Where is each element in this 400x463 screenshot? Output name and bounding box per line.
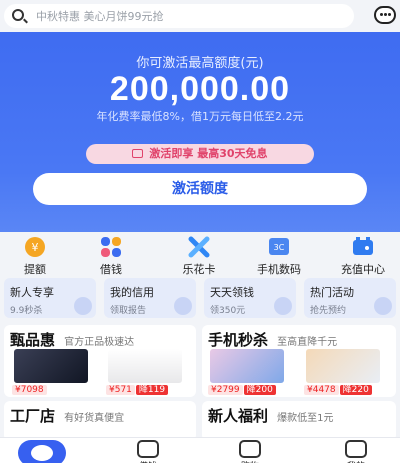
product-image	[210, 349, 284, 383]
search-bar: 中秋特惠 美心月饼99元抢	[0, 0, 400, 32]
rate-text: 年化费率最低8%，借1万元每日低至2.2元	[96, 110, 304, 123]
quick-nav-digital[interactable]: 3C 手机数码	[244, 236, 314, 277]
card-decor-icon	[274, 297, 292, 315]
feature-cards: 新人专享 9.9秒杀 我的信用 领取报告 天天领钱 领350元 热门活动 抢先预…	[0, 278, 400, 320]
four-petal-icon	[100, 236, 122, 258]
card-decor-icon	[374, 297, 392, 315]
promo-badge[interactable]: 激活即享 最高30天免息	[86, 144, 314, 164]
panel-header: 工厂店 有好货真便宜	[10, 407, 125, 425]
quick-nav-borrow[interactable]: 借钱	[76, 236, 146, 277]
wallet-icon	[352, 236, 374, 258]
product-item[interactable]: ¥7098	[8, 349, 94, 397]
card-decor-icon	[174, 297, 192, 315]
quick-nav: ¥ 提额 借钱 乐花卡 3C 手机数码 充值中心	[0, 232, 400, 276]
panel-factory-store[interactable]: 工厂店 有好货真便宜	[4, 401, 196, 441]
product-item[interactable]: ¥571 降119	[102, 349, 188, 397]
card-hot-events[interactable]: 热门活动 抢先预约	[304, 278, 396, 318]
home-tab-icon[interactable]	[18, 440, 66, 463]
3c-icon: 3C	[268, 236, 290, 258]
svg-text:¥: ¥	[32, 241, 39, 254]
quick-nav-raise-limit[interactable]: ¥ 提额	[0, 236, 70, 277]
svg-text:3C: 3C	[274, 243, 285, 252]
discount-badge: 降200	[243, 385, 276, 395]
credit-label: 你可激活最高额度(元)	[136, 56, 264, 71]
product-image	[108, 349, 182, 383]
card-decor-icon	[74, 297, 92, 315]
product-price: ¥571	[106, 385, 135, 395]
tab-shopping[interactable]: 购物	[220, 440, 280, 463]
user-icon	[345, 440, 367, 458]
bag-icon	[239, 440, 261, 458]
discount-badge: 降119	[135, 385, 169, 395]
x-flower-icon	[188, 236, 210, 258]
credit-banner: 你可激活最高额度(元) 200,000.00 年化费率最低8%，借1万元每日低至…	[0, 32, 400, 232]
search-input[interactable]: 中秋特惠 美心月饼99元抢	[4, 4, 354, 28]
product-item[interactable]: ¥4478 降220	[300, 349, 386, 397]
panel-header: 手机秒杀 至高直降千元	[208, 331, 338, 349]
tab-mine[interactable]: 我的	[326, 440, 386, 463]
yuan-coin-icon: ¥	[24, 236, 46, 258]
promo-text: 激活即享 最高30天免息	[149, 147, 268, 160]
panel-zhenpinhui[interactable]: 甄品惠 官方正品极速达 ¥7098 ¥571 降119	[4, 325, 196, 397]
card-my-credit[interactable]: 我的信用 领取报告	[104, 278, 196, 318]
credit-amount: 200,000.00	[109, 70, 291, 108]
product-price: ¥2799	[208, 385, 243, 395]
product-price: ¥7098	[12, 385, 47, 395]
card-newbie[interactable]: 新人专享 9.9秒杀	[4, 278, 96, 318]
panel-header: 甄品惠 官方正品极速达	[10, 331, 135, 349]
quick-nav-recharge[interactable]: 充值中心	[328, 236, 398, 277]
product-image	[14, 349, 88, 383]
gift-icon	[132, 149, 144, 158]
panel-header: 新人福利 爆款低至1元	[208, 407, 334, 425]
card-daily-cash[interactable]: 天天领钱 领350元	[204, 278, 296, 318]
product-price: ¥4478	[304, 385, 339, 395]
activate-button[interactable]: 激活额度	[33, 173, 367, 205]
panel-newbie-benefits[interactable]: 新人福利 爆款低至1元	[202, 401, 396, 441]
product-image	[306, 349, 380, 383]
tab-borrow[interactable]: 借钱	[118, 440, 178, 463]
product-item[interactable]: ¥2799 降200	[204, 349, 290, 397]
discount-badge: 降220	[339, 385, 372, 395]
quick-nav-lehua-card[interactable]: 乐花卡	[164, 236, 234, 277]
search-placeholder: 中秋特惠 美心月饼99元抢	[36, 10, 164, 23]
panel-phone-flash-sale[interactable]: 手机秒杀 至高直降千元 ¥2799 降200 ¥4478 降220	[202, 325, 396, 397]
search-icon	[12, 9, 24, 21]
message-icon[interactable]	[374, 6, 396, 24]
yuan-tag-icon	[137, 440, 159, 458]
